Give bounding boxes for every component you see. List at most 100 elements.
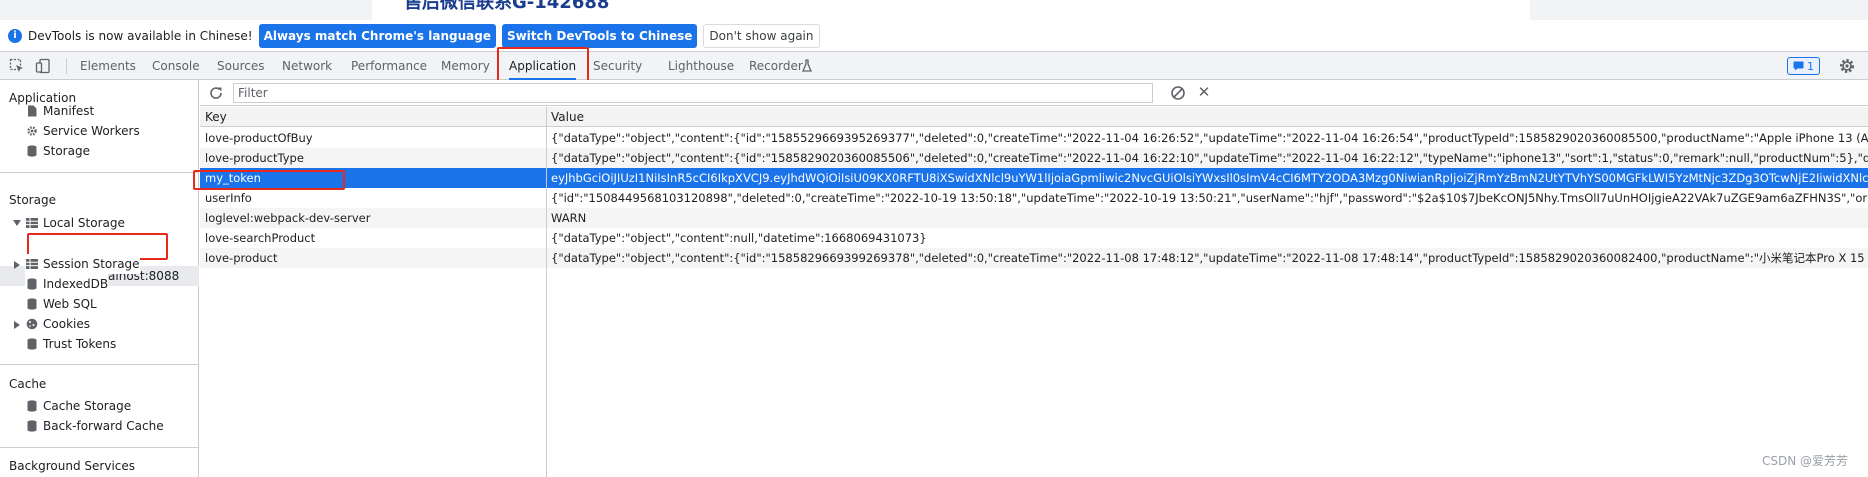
filter-toolbar: ✕ xyxy=(200,80,1868,106)
settings-gear-icon[interactable] xyxy=(1838,57,1856,75)
table-row[interactable]: love-productType {"dataType":"object","c… xyxy=(200,148,1868,168)
table-row[interactable]: userInfo {"id":"1508449568103120898","de… xyxy=(200,188,1868,208)
page-top-strip: 售后微信联系G-142688 xyxy=(0,0,1868,20)
tab-recorder[interactable]: Recorder xyxy=(749,52,803,80)
section-divider xyxy=(0,364,199,365)
info-icon: i xyxy=(8,28,22,43)
sidebar-item-label: Cache Storage xyxy=(43,399,132,413)
section-background-services-title: Background Services xyxy=(9,459,136,473)
sidebar-item-label: Cookies xyxy=(43,317,90,331)
collapse-arrow-icon[interactable] xyxy=(14,261,20,269)
row-value: WARN xyxy=(551,211,587,225)
sidebar-item-storage[interactable]: Storage xyxy=(25,141,90,161)
sidebar-item-label: Back-forward Cache xyxy=(43,419,164,433)
local-storage-pane: ✕ Key Value love-productOfBuy {"dataType… xyxy=(200,80,1868,477)
row-key: love-productOfBuy xyxy=(205,131,313,145)
database-icon xyxy=(25,145,38,158)
sidebar-item-indexeddb[interactable]: IndexedDB xyxy=(25,274,109,294)
row-value: {"id":"1508449568103120898","deleted":0,… xyxy=(551,191,1868,205)
expand-arrow-icon[interactable] xyxy=(13,220,21,226)
sidebar-item-cache-storage[interactable]: Cache Storage xyxy=(25,396,131,416)
tab-console[interactable]: Console xyxy=(152,52,200,80)
watermark: CSDN @爱芳芳 xyxy=(1762,454,1849,468)
refresh-icon[interactable] xyxy=(208,85,224,101)
issues-count: 1 xyxy=(1807,59,1814,73)
sidebar-item-label: Local Storage xyxy=(43,216,125,230)
match-language-button[interactable]: Always match Chrome's language xyxy=(258,23,496,48)
delete-selected-icon[interactable]: ✕ xyxy=(1196,84,1212,100)
sidebar-item-session-storage[interactable]: Session Storage xyxy=(25,254,140,274)
sidebar-item-local-storage[interactable]: Local Storage xyxy=(25,213,125,233)
sidebar-item-web-sql[interactable]: Web SQL xyxy=(25,294,97,314)
page-title: 售后微信联系G-142688 xyxy=(404,0,610,13)
sidebar-item-cookies[interactable]: Cookies xyxy=(25,314,90,334)
sidebar-item-label: Storage xyxy=(43,144,90,158)
language-infobar: i DevTools is now available in Chinese! … xyxy=(0,20,1868,52)
section-storage-title: Storage xyxy=(9,193,56,207)
database-icon xyxy=(25,338,38,351)
inspect-element-icon[interactable] xyxy=(9,58,25,74)
sidebar-item-label: Session Storage xyxy=(43,257,140,271)
dont-show-again-button[interactable]: Don't show again xyxy=(703,23,820,48)
tab-application[interactable]: Application xyxy=(509,52,577,80)
table-row-selected[interactable]: my_token eyJhbGciOiJIUzI1NiIsInR5cCI6Ikp… xyxy=(200,168,1868,188)
issues-icon xyxy=(1793,61,1804,71)
table-grid-icon xyxy=(25,258,38,271)
sidebar-item-trust-tokens[interactable]: Trust Tokens xyxy=(25,334,116,354)
tab-elements[interactable]: Elements xyxy=(80,52,136,80)
sidebar-item-label: Trust Tokens xyxy=(43,337,117,351)
row-value: eyJhbGciOiJIUzI1NiIsInR5cCI6IkpXVCJ9.eyJ… xyxy=(551,171,1868,185)
sidebar-item-label: Manifest xyxy=(43,104,95,118)
section-cache-title: Cache xyxy=(9,377,47,391)
tab-performance[interactable]: Performance xyxy=(351,52,427,80)
database-icon xyxy=(25,298,38,311)
page-card: 售后微信联系G-142688 xyxy=(372,0,1530,20)
row-value: {"dataType":"object","content":null,"dat… xyxy=(551,231,927,245)
row-value: {"dataType":"object","content":{"id":"15… xyxy=(551,131,1868,145)
row-key: love-searchProduct xyxy=(205,231,316,245)
issues-badge[interactable]: 1 xyxy=(1787,57,1820,75)
table-row[interactable]: love-productOfBuy {"dataType":"object","… xyxy=(200,128,1868,148)
table-row[interactable]: loglevel:webpack-dev-server WARN xyxy=(200,208,1868,228)
row-key: my_token xyxy=(205,171,261,185)
sidebar-item-label: Web SQL xyxy=(43,297,97,311)
collapse-arrow-icon[interactable] xyxy=(14,321,20,329)
tab-lighthouse[interactable]: Lighthouse xyxy=(668,52,734,80)
table-grid-icon xyxy=(25,217,38,230)
column-header-key[interactable]: Key xyxy=(205,110,227,124)
database-icon xyxy=(25,400,38,413)
tab-network[interactable]: Network xyxy=(282,52,332,80)
section-divider xyxy=(0,447,199,448)
tab-security[interactable]: Security xyxy=(593,52,642,80)
column-header-value[interactable]: Value xyxy=(551,110,584,124)
table-row-empty xyxy=(200,268,1868,288)
sidebar-item-label: Service Workers xyxy=(43,124,140,138)
devtools-tabbar: Elements Console Sources Network Perform… xyxy=(0,52,1868,80)
table-row[interactable]: love-product {"dataType":"object","conte… xyxy=(200,248,1868,268)
sidebar-item-manifest[interactable]: Manifest xyxy=(25,101,94,121)
infobar-message: DevTools is now available in Chinese! xyxy=(28,28,253,43)
row-key: love-product xyxy=(205,251,278,265)
row-key: userInfo xyxy=(205,191,252,205)
database-icon xyxy=(25,420,38,433)
row-key: loglevel:webpack-dev-server xyxy=(205,211,371,225)
table-row[interactable]: love-searchProduct {"dataType":"object",… xyxy=(200,228,1868,248)
column-divider[interactable] xyxy=(546,107,547,477)
section-divider xyxy=(0,172,199,173)
sidebar-item-service-workers[interactable]: Service Workers xyxy=(25,121,140,141)
tab-memory[interactable]: Memory xyxy=(441,52,490,80)
clear-all-icon[interactable] xyxy=(1170,85,1186,101)
cookie-icon xyxy=(25,318,38,331)
flask-icon xyxy=(802,59,812,72)
application-sidebar: Application Manifest Service Workers Sto… xyxy=(0,80,199,477)
toolbar-separator xyxy=(66,58,67,74)
document-icon xyxy=(25,105,38,118)
tab-sources[interactable]: Sources xyxy=(217,52,264,80)
device-toolbar-icon[interactable] xyxy=(35,58,51,74)
table-header: Key Value xyxy=(200,107,1868,127)
database-icon xyxy=(25,278,38,291)
sidebar-item-back-forward-cache[interactable]: Back-forward Cache xyxy=(25,416,164,436)
gear-icon xyxy=(25,125,38,138)
switch-language-button[interactable]: Switch DevTools to Chinese xyxy=(501,23,698,48)
filter-input[interactable] xyxy=(233,83,1153,103)
